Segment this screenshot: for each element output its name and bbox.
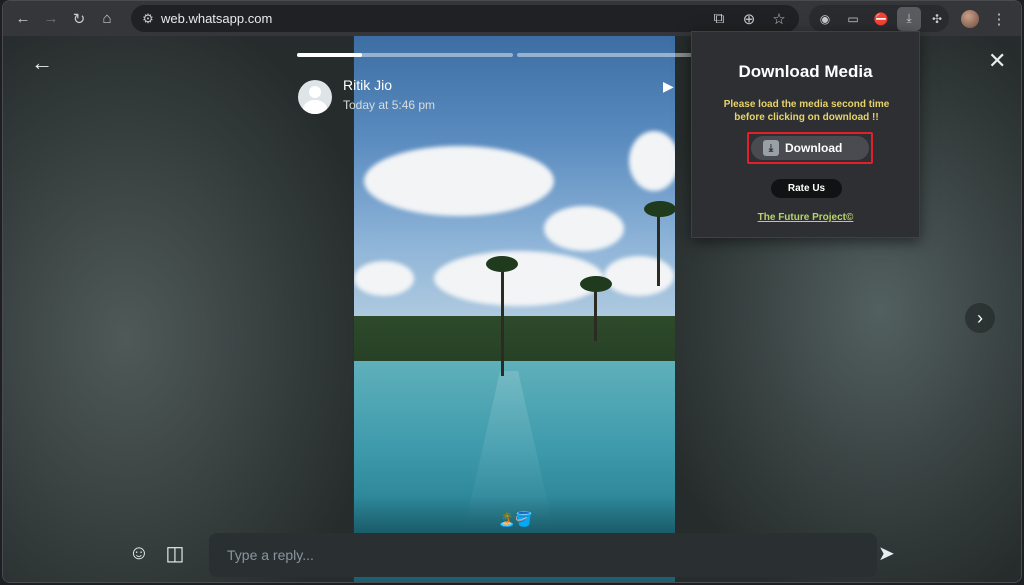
play-icon[interactable]: ▶ — [663, 78, 674, 95]
poster-time: Today at 5:46 pm — [343, 98, 436, 112]
menu-kebab-icon[interactable]: ⋮ — [985, 5, 1013, 33]
status-caption: 🏝️🪣 — [498, 511, 533, 527]
photo-cloud — [354, 261, 414, 296]
reload-icon[interactable]: ↻ — [65, 5, 93, 33]
popup-warning-line: Please load the media second time — [723, 99, 890, 110]
photo-cloud — [604, 256, 674, 296]
download-label: Download — [785, 141, 843, 155]
back-arrow-icon[interactable]: ← — [31, 50, 53, 76]
emoji-icon[interactable]: ☺ — [127, 541, 151, 565]
palm-crown — [486, 256, 518, 272]
forward-icon[interactable]: → — [37, 5, 65, 33]
download-extension-icon[interactable]: ⤓ — [897, 6, 921, 31]
popup-title: Download Media — [738, 62, 873, 81]
zoom-icon[interactable]: ⊕ — [735, 5, 763, 33]
browser-window: ← → ↻ ⌂ ⚙ web.whatsapp.com ⧉ ⊕ ☆ ◉ ▭ ⛔ ⤓… — [2, 0, 1022, 583]
photo-cloud — [364, 146, 554, 216]
profile-avatar[interactable] — [961, 9, 979, 28]
reply-bar: ☺ ◫ Type a reply... ➤ — [113, 533, 923, 579]
extensions-puzzle-icon[interactable]: ✣ — [925, 7, 949, 31]
palm-trunk — [657, 206, 660, 286]
palm-trunk — [501, 261, 504, 376]
picture-in-picture-icon[interactable]: ▭ — [841, 7, 865, 31]
rate-us-button[interactable]: Rate Us — [771, 179, 842, 198]
status-progress-2 — [517, 53, 693, 57]
photo-cloud — [629, 131, 675, 191]
status-progress-1 — [297, 53, 513, 57]
future-project-link[interactable]: The Future Project© — [692, 212, 919, 223]
popup-warning: Please load the media second time before… — [702, 98, 911, 124]
send-icon[interactable]: ➤ — [878, 541, 895, 566]
palm-crown — [644, 201, 675, 217]
site-info-icon[interactable]: ⚙ — [135, 5, 161, 32]
close-icon[interactable]: ✕ — [988, 48, 1006, 74]
download-icon: ⤓ — [763, 140, 779, 156]
photo-cloud — [544, 206, 624, 251]
download-media-popup: Download Media Please load the media sec… — [691, 31, 920, 238]
palm-crown — [580, 276, 612, 292]
poster-name[interactable]: Ritik Jio — [343, 77, 392, 93]
shield-extension-icon[interactable]: ◉ — [813, 7, 837, 31]
bookmark-star-icon[interactable]: ☆ — [765, 5, 793, 33]
photo-cloud — [434, 251, 604, 306]
blurred-background-left — [3, 36, 353, 582]
home-icon[interactable]: ⌂ — [93, 5, 121, 33]
extensions-area: ◉ ▭ ⛔ ⤓ ✣ — [809, 5, 949, 32]
download-button[interactable]: ⤓ Download — [751, 136, 869, 160]
next-status-button[interactable]: › — [965, 303, 995, 333]
popup-warning-line: before clicking on download !! — [734, 112, 879, 123]
reply-input[interactable]: Type a reply... — [209, 533, 877, 577]
url-text[interactable]: web.whatsapp.com — [161, 11, 272, 26]
back-icon[interactable]: ← — [9, 5, 37, 33]
address-bar[interactable]: ⚙ web.whatsapp.com ⧉ ⊕ ☆ — [131, 5, 799, 32]
poster-avatar[interactable] — [298, 80, 332, 114]
blocker-extension-icon[interactable]: ⛔ — [869, 7, 893, 31]
install-app-icon[interactable]: ⧉ — [705, 5, 733, 33]
sticker-icon[interactable]: ◫ — [163, 541, 187, 565]
status-progress-fill — [297, 53, 362, 57]
